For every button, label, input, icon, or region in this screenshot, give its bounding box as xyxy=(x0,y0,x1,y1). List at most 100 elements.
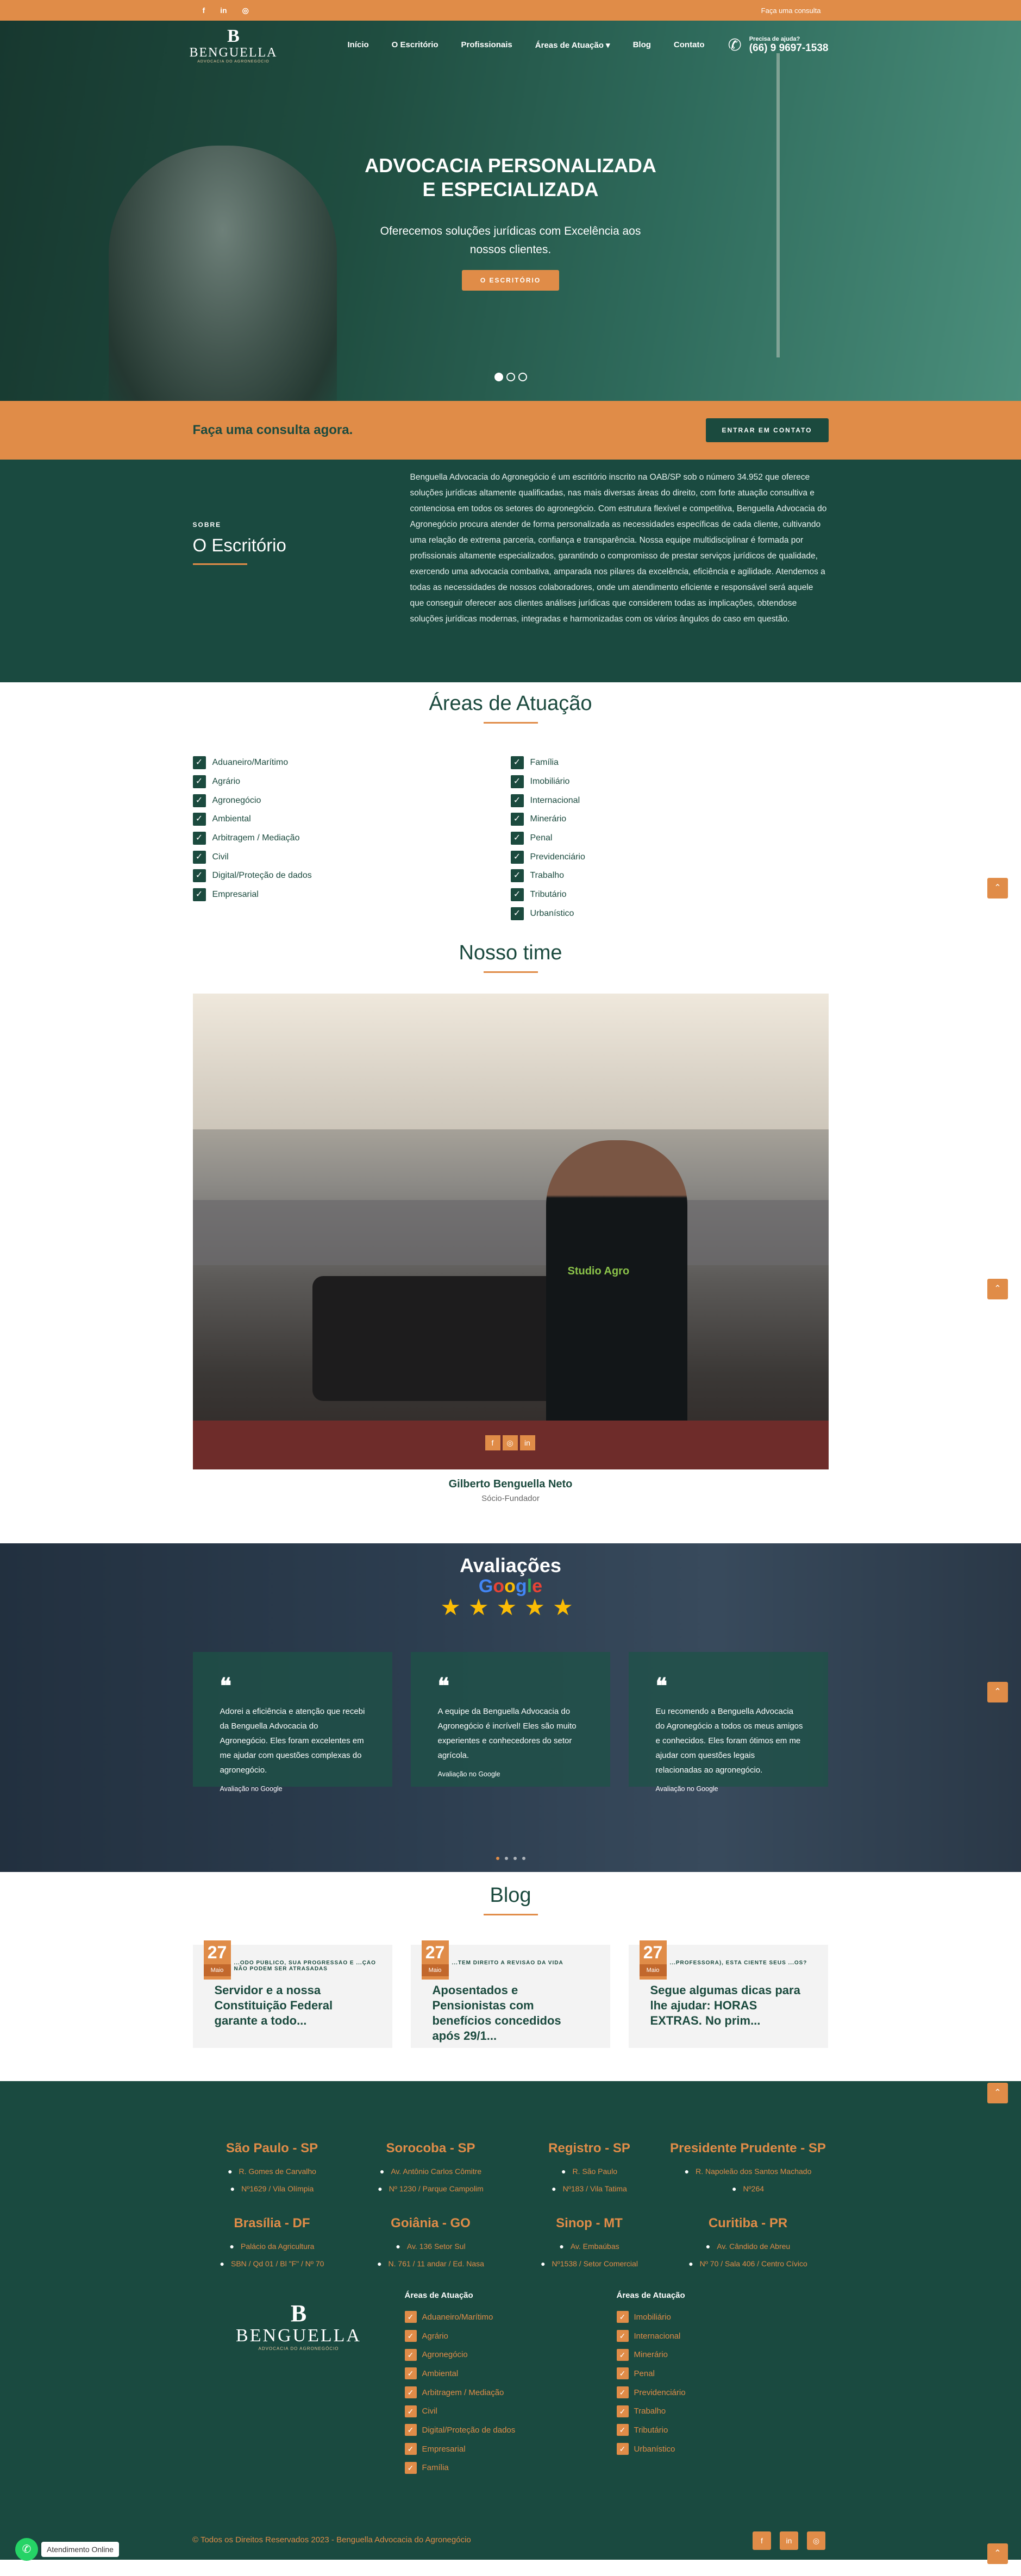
slider-dot-3[interactable] xyxy=(518,373,527,381)
area-item[interactable]: ✓ Imobiliário xyxy=(510,772,829,791)
area-item[interactable]: ✓ Ambiental xyxy=(192,810,511,829)
back-to-top-button[interactable]: ⌃ xyxy=(987,878,1008,899)
area-item[interactable]: ✓ Agrário xyxy=(404,2327,617,2346)
menu-item-profissionais[interactable]: Profissionais xyxy=(461,40,512,50)
office-street: Av. Embaúbas xyxy=(570,2242,619,2251)
area-item[interactable]: ✓ Imobiliário xyxy=(616,2308,829,2327)
area-item[interactable]: ✓ Previdenciário xyxy=(616,2383,829,2402)
top-consult-link[interactable]: Faça uma consulta xyxy=(761,7,821,15)
area-item[interactable]: ✓ Trabalho xyxy=(616,2402,829,2421)
blog-post-card[interactable]: 27 Maio ...PROFESSORA), ESTA CIENTE SEUS .… xyxy=(628,1940,828,2048)
area-item[interactable]: ✓ Agrário xyxy=(192,772,511,791)
back-to-top-button[interactable]: ⌃ xyxy=(987,2083,1008,2103)
site-logo[interactable]: B BENGUELLA ADVOCACIA DO AGRONEGÓCIO xyxy=(190,27,277,64)
office-number: Nº 1230 / Parque Campolim xyxy=(389,2184,484,2193)
office-address-line: ● Av. Embaúbas xyxy=(510,2242,669,2251)
review-dot-2[interactable] xyxy=(504,1857,508,1860)
area-item[interactable]: ✓ Trabalho xyxy=(510,866,829,885)
area-item[interactable]: ✓ Internacional xyxy=(616,2327,829,2346)
area-item[interactable]: ✓ Tributário xyxy=(510,885,829,904)
location-pin-icon: ● xyxy=(552,2184,556,2193)
area-item[interactable]: ✓ Empresarial xyxy=(404,2440,617,2459)
menu-item-contato[interactable]: Contato xyxy=(674,40,705,50)
area-item[interactable]: ✓ Penal xyxy=(510,829,829,848)
review-dot-1[interactable] xyxy=(496,1857,499,1860)
review-source[interactable]: Avaliação no Google xyxy=(438,1770,585,1778)
hero-title: ADVOCACIA PERSONALIZADA E ESPECIALIZADA xyxy=(365,154,656,200)
area-item[interactable]: ✓ Civil xyxy=(404,2402,617,2421)
check-icon: ✓ xyxy=(404,2348,417,2361)
back-to-top-button[interactable]: ⌃ xyxy=(987,1279,1008,1299)
post-title[interactable]: Segue algumas dicas para lhe ajudar: HOR… xyxy=(650,1983,806,2028)
back-to-top-button[interactable]: ⌃ xyxy=(987,1682,1008,1702)
area-item[interactable]: ✓ Aduaneiro/Marítimo xyxy=(404,2308,617,2327)
area-label: Digital/Proteção de dados xyxy=(422,2425,516,2435)
slider-dots xyxy=(0,373,1021,381)
area-item[interactable]: ✓ Internacional xyxy=(510,791,829,810)
area-label: Urbanístico xyxy=(530,908,574,918)
back-to-top-button[interactable]: ⌃ xyxy=(987,2543,1008,2564)
review-source[interactable]: Avaliação no Google xyxy=(656,1785,803,1793)
post-date: 27 Maio xyxy=(203,1940,231,1980)
facebook-icon[interactable]: f xyxy=(203,6,205,15)
area-item[interactable]: ✓ Digital/Proteção de dados xyxy=(404,2421,617,2440)
menu-item-escritorio[interactable]: O Escritório xyxy=(392,40,439,50)
menu-item-inicio[interactable]: Início xyxy=(348,40,369,50)
area-label: Urbanístico xyxy=(634,2444,675,2454)
hero-button[interactable]: O ESCRITÓRIO xyxy=(461,270,560,291)
whatsapp-widget[interactable]: ✆ Atendimento Online xyxy=(15,2538,119,2561)
menu-item-areas[interactable]: Áreas de Atuação ▾ xyxy=(535,40,610,50)
area-item[interactable]: ✓ Digital/Proteção de dados xyxy=(192,866,511,885)
instagram-icon[interactable]: ◎ xyxy=(807,2531,825,2550)
menu-item-blog[interactable]: Blog xyxy=(633,40,651,50)
review-dot-3[interactable] xyxy=(513,1857,517,1860)
blog-post-card[interactable]: 27 Maio ...ODO PÚBLICO, SUA PROGRESSÃO E .… xyxy=(192,1940,392,2048)
check-icon: ✓ xyxy=(404,2424,417,2436)
instagram-icon[interactable]: ◎ xyxy=(242,6,249,15)
facebook-icon[interactable]: f xyxy=(485,1435,500,1450)
footer-areas-col-1: Áreas de Atuação ✓ Aduaneiro/Marítimo ✓ Agr… xyxy=(404,2291,617,2478)
team-section: Nosso time Studio Agro f ◎ in Gilberto B… xyxy=(0,929,1021,1543)
linkedin-icon[interactable]: in xyxy=(519,1435,535,1450)
post-title[interactable]: Aposentados e Pensionistas com benefício… xyxy=(433,1983,588,2044)
area-item[interactable]: ✓ Família xyxy=(404,2459,617,2478)
linkedin-icon[interactable]: in xyxy=(780,2531,798,2550)
instagram-icon[interactable]: ◎ xyxy=(502,1435,518,1450)
area-label: Ambiental xyxy=(422,2368,459,2378)
quote-icon: ❝ xyxy=(655,1674,668,1698)
review-source[interactable]: Avaliação no Google xyxy=(220,1785,367,1793)
area-item[interactable]: ✓ Urbanístico xyxy=(510,904,829,923)
area-item[interactable]: ✓ Penal xyxy=(616,2364,829,2383)
area-label: Digital/Proteção de dados xyxy=(212,871,312,881)
area-item[interactable]: ✓ Empresarial xyxy=(192,885,511,904)
footer-col-title: Áreas de Atuação xyxy=(616,2291,685,2300)
area-item[interactable]: ✓ Ambiental xyxy=(404,2364,617,2383)
slider-dot-2[interactable] xyxy=(506,373,515,381)
blog-post-card[interactable]: 27 Maio ...TEM DIREITO A REVISÃO DA VIDA Ap… xyxy=(410,1940,610,2048)
help-phone[interactable]: ✆ Precisa de ajuda? (66) 9 9697-1538 xyxy=(728,36,829,55)
blog-section: Blog 27 Maio ...ODO PÚBLICO, SUA PROGRESSÃ… xyxy=(0,1872,1021,2081)
area-item[interactable]: ✓ Urbanístico xyxy=(616,2440,829,2459)
area-item[interactable]: ✓ Família xyxy=(510,753,829,772)
area-item[interactable]: ✓ Previdenciário xyxy=(510,847,829,866)
post-title[interactable]: Servidor e a nossa Constituição Federal … xyxy=(215,1983,371,2028)
area-item[interactable]: ✓ Agronegócio xyxy=(404,2345,617,2364)
area-item[interactable]: ✓ Minerário xyxy=(510,810,829,829)
linkedin-icon[interactable]: in xyxy=(220,6,227,15)
area-item[interactable]: ✓ Civil xyxy=(192,847,511,866)
facebook-icon[interactable]: f xyxy=(753,2531,771,2550)
slider-dot-1[interactable] xyxy=(494,373,503,381)
area-item[interactable]: ✓ Aduaneiro/Marítimo xyxy=(192,753,511,772)
review-dot-4[interactable] xyxy=(522,1857,525,1860)
check-icon: ✓ xyxy=(616,2443,629,2455)
footer-logo[interactable]: B BENGUELLA ADVOCACIA DO AGRONEGÓCIO xyxy=(193,2291,405,2477)
area-item[interactable]: ✓ Minerário xyxy=(616,2345,829,2364)
area-label: Internacional xyxy=(530,795,580,805)
contact-button[interactable]: ENTRAR EM CONTATO xyxy=(705,418,829,442)
area-item[interactable]: ✓ Arbitragem / Mediação xyxy=(192,829,511,848)
area-item[interactable]: ✓ Tributário xyxy=(616,2421,829,2440)
review-text: Eu recomendo a Benguella Advocacia do Ag… xyxy=(655,1707,803,1775)
check-icon: ✓ xyxy=(510,832,524,845)
area-item[interactable]: ✓ Agronegócio xyxy=(192,791,511,810)
area-item[interactable]: ✓ Arbitragem / Mediação xyxy=(404,2383,617,2402)
